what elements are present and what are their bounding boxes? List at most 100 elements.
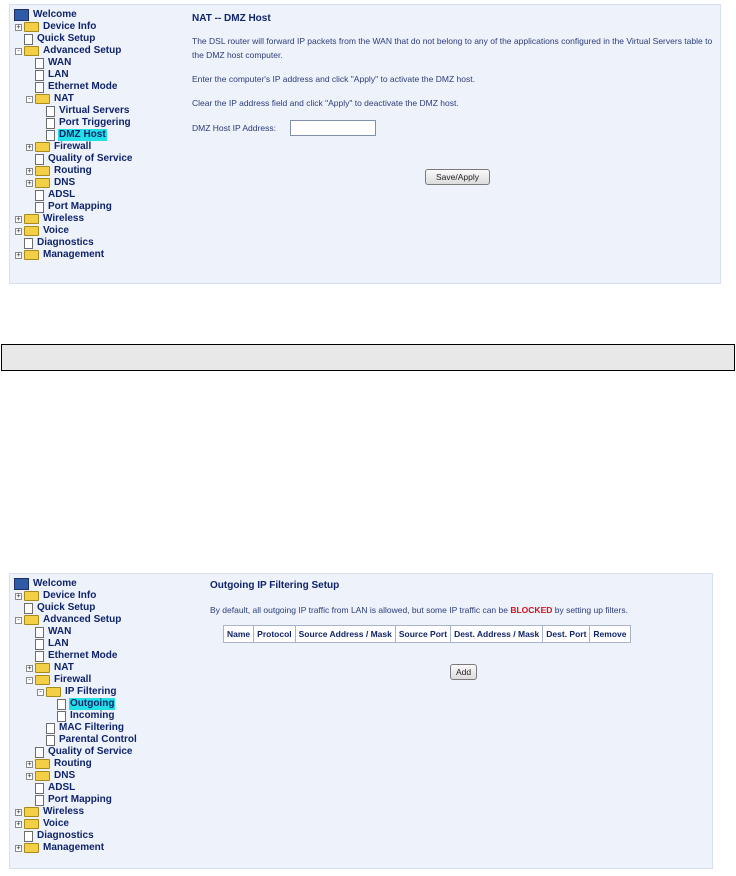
page-icon bbox=[24, 237, 33, 249]
tree-item-wireless[interactable]: + Wireless bbox=[14, 213, 133, 225]
tree-item-mac-filtering[interactable]: MAC Filtering bbox=[14, 722, 138, 734]
page-icon bbox=[35, 201, 44, 213]
tree-item-voice[interactable]: + Voice bbox=[14, 225, 133, 237]
expand-icon[interactable]: + bbox=[15, 820, 22, 828]
tree-item-advanced-setup[interactable]: - Advanced Setup bbox=[14, 45, 133, 57]
folder-icon bbox=[35, 142, 50, 152]
expand-icon[interactable]: + bbox=[26, 179, 33, 187]
tree-item-adsl[interactable]: ADSL bbox=[14, 189, 133, 201]
expand-icon[interactable]: + bbox=[15, 227, 22, 235]
expand-icon[interactable]: + bbox=[15, 251, 22, 259]
expand-icon[interactable]: + bbox=[15, 23, 22, 31]
tree-item-label: NAT bbox=[54, 93, 74, 104]
tree-item-ethernet-mode[interactable]: Ethernet Mode bbox=[14, 81, 133, 93]
tree-item-port-triggering[interactable]: Port Triggering bbox=[14, 117, 133, 129]
tree-item-nat[interactable]: + NAT bbox=[14, 662, 138, 674]
tree-item-ethernet-mode[interactable]: Ethernet Mode bbox=[14, 650, 138, 662]
folder-icon bbox=[24, 250, 39, 260]
tree-item-label: DNS bbox=[54, 770, 76, 781]
blocked-keyword: BLOCKED bbox=[510, 605, 553, 615]
tree-item-lan[interactable]: LAN bbox=[14, 638, 138, 650]
folder-icon bbox=[24, 46, 39, 56]
tree-item-quick-setup[interactable]: Quick Setup bbox=[14, 602, 138, 614]
tree-item-port-mapping[interactable]: Port Mapping bbox=[14, 201, 133, 213]
tree-item-label: IP Filtering bbox=[65, 686, 117, 697]
tree-item-label: Welcome bbox=[33, 9, 77, 20]
add-wrap: Add bbox=[450, 660, 478, 680]
collapse-icon[interactable]: - bbox=[15, 47, 22, 55]
tree-item-welcome[interactable]: Welcome bbox=[14, 578, 138, 590]
tree-item-diagnostics[interactable]: Diagnostics bbox=[14, 237, 133, 249]
tree-item-quality-of-service[interactable]: Quality of Service bbox=[14, 153, 133, 165]
tree-item-dns[interactable]: + DNS bbox=[14, 177, 133, 189]
tree-item-label: Firewall bbox=[54, 674, 92, 685]
expand-icon[interactable]: + bbox=[26, 143, 33, 151]
tree-item-quick-setup[interactable]: Quick Setup bbox=[14, 33, 133, 45]
folder-icon bbox=[24, 22, 39, 32]
tree-item-nat[interactable]: - NAT bbox=[14, 93, 133, 105]
tree-item-dns[interactable]: + DNS bbox=[14, 770, 138, 782]
folder-icon bbox=[35, 663, 50, 673]
tree-item-adsl[interactable]: ADSL bbox=[14, 782, 138, 794]
expand-icon[interactable]: + bbox=[26, 760, 33, 768]
tree-item-parental-control[interactable]: Parental Control bbox=[14, 734, 138, 746]
tree-item-virtual-servers[interactable]: Virtual Servers bbox=[14, 105, 133, 117]
filter-description: By default, all outgoing IP traffic from… bbox=[210, 603, 710, 617]
monitor-icon bbox=[14, 9, 29, 21]
tree-item-firewall[interactable]: + Firewall bbox=[14, 141, 133, 153]
dmz-ip-input[interactable] bbox=[289, 120, 376, 136]
tree-item-wireless[interactable]: + Wireless bbox=[14, 806, 138, 818]
tree-item-wan[interactable]: WAN bbox=[14, 626, 138, 638]
folder-icon bbox=[24, 591, 39, 601]
tree-item-device-info[interactable]: + Device Info bbox=[14, 21, 133, 33]
add-filter-button[interactable]: Add bbox=[450, 664, 478, 680]
expand-icon[interactable]: + bbox=[15, 215, 22, 223]
tree-item-lan[interactable]: LAN bbox=[14, 69, 133, 81]
collapse-icon[interactable]: - bbox=[26, 95, 33, 103]
expand-icon[interactable]: + bbox=[26, 664, 33, 672]
tree-item-ip-filtering[interactable]: - IP Filtering bbox=[14, 686, 138, 698]
expand-icon[interactable]: + bbox=[15, 844, 22, 852]
column-header-remove: Remove bbox=[589, 625, 631, 643]
tree-item-label: Management bbox=[43, 249, 105, 260]
tree-item-firewall[interactable]: - Firewall bbox=[14, 674, 138, 686]
page-icon bbox=[35, 81, 44, 93]
tree-item-label: Ethernet Mode bbox=[48, 650, 118, 661]
save-apply-button[interactable]: Save/Apply bbox=[425, 169, 490, 185]
tree-item-diagnostics[interactable]: Diagnostics bbox=[14, 830, 138, 842]
tree-item-outgoing[interactable]: Outgoing bbox=[14, 698, 138, 710]
expand-icon[interactable]: + bbox=[26, 772, 33, 780]
dmz-ip-row: DMZ Host IP Address: bbox=[192, 120, 717, 136]
monitor-icon bbox=[14, 578, 29, 590]
tree-item-routing[interactable]: + Routing bbox=[14, 165, 133, 177]
folder-icon bbox=[24, 226, 39, 236]
page-icon bbox=[46, 117, 55, 129]
collapse-icon[interactable]: - bbox=[15, 616, 22, 624]
tree-item-dmz-host[interactable]: DMZ Host bbox=[14, 129, 133, 141]
tree-item-quality-of-service[interactable]: Quality of Service bbox=[14, 746, 138, 758]
tree-item-label: Routing bbox=[54, 758, 92, 769]
tree-item-welcome[interactable]: Welcome bbox=[14, 9, 133, 21]
tree-item-label: Wireless bbox=[43, 806, 85, 817]
folder-icon bbox=[35, 675, 50, 685]
tree-item-device-info[interactable]: + Device Info bbox=[14, 590, 138, 602]
tree-item-label: Quality of Service bbox=[48, 153, 133, 164]
expand-icon[interactable]: + bbox=[15, 592, 22, 600]
tree-item-label: Voice bbox=[43, 818, 69, 829]
tree-item-port-mapping[interactable]: Port Mapping bbox=[14, 794, 138, 806]
tree-item-incoming[interactable]: Incoming bbox=[14, 710, 138, 722]
tree-item-label: DNS bbox=[54, 177, 76, 188]
tree-item-routing[interactable]: + Routing bbox=[14, 758, 138, 770]
page-icon bbox=[46, 105, 55, 117]
tree-item-label: Outgoing bbox=[69, 698, 116, 710]
tree-item-wan[interactable]: WAN bbox=[14, 57, 133, 69]
tree-item-management[interactable]: + Management bbox=[14, 842, 138, 854]
tree-item-management[interactable]: + Management bbox=[14, 249, 133, 261]
collapse-icon[interactable]: - bbox=[26, 676, 33, 684]
expand-icon[interactable]: + bbox=[26, 167, 33, 175]
collapse-icon[interactable]: - bbox=[37, 688, 44, 696]
tree-item-label: DMZ Host bbox=[58, 129, 107, 141]
tree-item-advanced-setup[interactable]: - Advanced Setup bbox=[14, 614, 138, 626]
expand-icon[interactable]: + bbox=[15, 808, 22, 816]
tree-item-voice[interactable]: + Voice bbox=[14, 818, 138, 830]
